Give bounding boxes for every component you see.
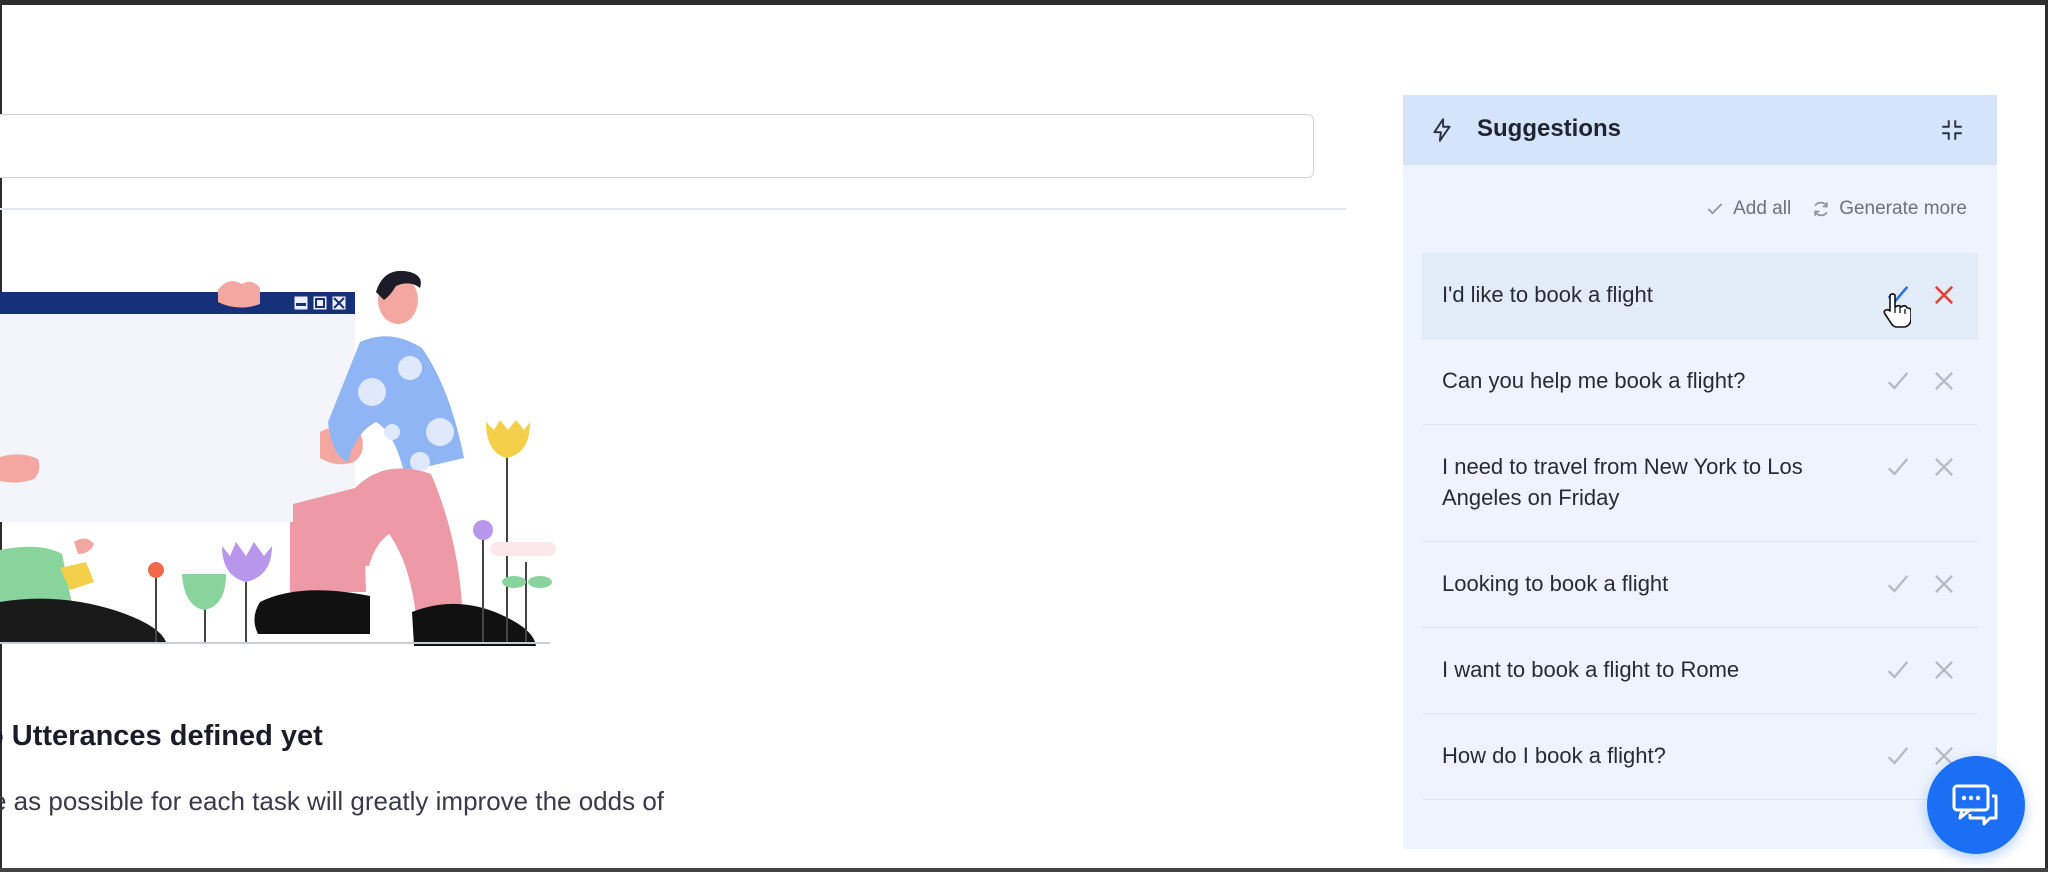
window-top-border <box>0 0 2048 5</box>
suggestion-item[interactable]: I want to book a flight to Rome <box>1422 628 1978 714</box>
accept-check-icon[interactable] <box>1884 453 1912 481</box>
suggestion-item[interactable]: Looking to book a flight <box>1422 542 1978 628</box>
suggestion-text: I'd like to book a flight <box>1442 282 1653 307</box>
section-divider <box>0 208 1346 210</box>
add-all-button[interactable]: Add all <box>1705 198 1791 220</box>
empty-state-description: e as possible for each task will greatly… <box>0 786 665 816</box>
collapse-icon[interactable] <box>1939 117 1965 143</box>
suggestion-text: I want to book a flight to Rome <box>1442 657 1740 682</box>
reject-close-icon[interactable] <box>1930 453 1958 481</box>
empty-state-illustration <box>0 270 556 646</box>
suggestion-item[interactable]: How do I book a flight? <box>1422 714 1978 800</box>
utterance-input[interactable] <box>0 114 1314 178</box>
accept-check-icon[interactable] <box>1884 656 1912 684</box>
suggestions-list: I'd like to book a flight Can you help m… <box>1422 253 1978 800</box>
refresh-icon <box>1814 201 1828 217</box>
window-bottom-border <box>0 868 2048 872</box>
hand-pointer-cursor-icon <box>1883 293 1911 328</box>
reject-close-icon[interactable] <box>1930 367 1958 395</box>
suggestion-text: I need to travel from New York to Los An… <box>1442 454 1803 510</box>
suggestion-text: Looking to book a flight <box>1442 571 1669 596</box>
generate-more-label: Generate more <box>1839 198 1967 219</box>
generate-more-button[interactable]: Generate more <box>1811 198 1967 220</box>
accept-check-icon[interactable] <box>1884 742 1912 770</box>
suggestions-header: Suggestions <box>1403 95 1997 165</box>
chat-bubble-icon <box>1952 784 1998 826</box>
empty-state-title: o Utterances defined yet <box>0 720 323 752</box>
add-all-label: Add all <box>1733 198 1792 219</box>
suggestion-item[interactable]: Can you help me book a flight? <box>1422 339 1978 425</box>
suggestion-item[interactable]: I need to travel from New York to Los An… <box>1422 425 1978 542</box>
suggestions-panel: Suggestions Add all Generate more I'd li… <box>1403 95 1997 849</box>
suggestion-text: Can you help me book a flight? <box>1442 368 1746 393</box>
accept-check-icon[interactable] <box>1884 570 1912 598</box>
accept-check-icon[interactable] <box>1884 367 1912 395</box>
check-icon <box>1707 203 1723 215</box>
reject-close-icon[interactable] <box>1930 570 1958 598</box>
suggestions-title: Suggestions <box>1477 115 1622 142</box>
suggestion-text: How do I book a flight? <box>1442 743 1666 768</box>
suggestions-actions: Add all Generate more <box>1705 197 1967 221</box>
reject-close-icon[interactable] <box>1930 281 1958 309</box>
lightning-bolt-icon <box>1433 118 1451 142</box>
reject-close-icon[interactable] <box>1930 656 1958 684</box>
chat-support-button[interactable] <box>1927 756 2025 854</box>
